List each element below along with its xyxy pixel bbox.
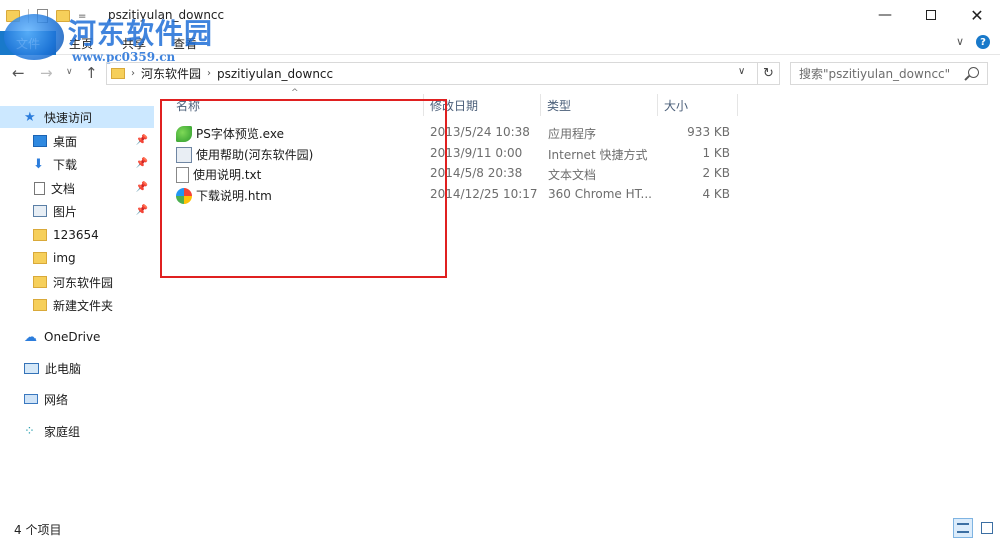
- tab-home[interactable]: 主页: [69, 35, 93, 52]
- breadcrumb-separator[interactable]: ›: [131, 68, 135, 79]
- ribbon-tabs: 文件 主页 共享 查看 ∨ ?: [0, 31, 1000, 55]
- nav-item-label: 网络: [44, 392, 69, 407]
- new-folder-icon[interactable]: [56, 10, 70, 22]
- file-size: 4 KB: [702, 187, 730, 201]
- file-type: Internet 快捷方式: [548, 148, 648, 162]
- nav-item-this-pc[interactable]: 此电脑: [0, 357, 154, 379]
- tab-share[interactable]: 共享: [122, 35, 146, 52]
- cloud-icon: ☁: [24, 329, 37, 345]
- nav-item-label: 家庭组: [44, 424, 81, 439]
- quick-access-toolbar: =: [6, 6, 86, 26]
- network-icon: [24, 394, 38, 404]
- details-view-button[interactable]: [953, 518, 973, 538]
- computer-icon: [24, 362, 39, 374]
- nav-item-label: 123654: [53, 228, 99, 242]
- window-title: pszitiyulan_downcc: [108, 8, 225, 22]
- status-item-count: 4 个项目: [14, 523, 62, 537]
- pin-icon[interactable]: 📌: [136, 135, 148, 146]
- nav-item-folder-new[interactable]: 新建文件夹: [0, 294, 154, 316]
- nav-item-label: 新建文件夹: [53, 298, 114, 313]
- address-field[interactable]: › 河东软件园 › pszitiyulan_downcc: [106, 62, 758, 85]
- large-icons-view-button[interactable]: [977, 518, 997, 538]
- desktop-icon: [33, 135, 47, 147]
- breadcrumb-item[interactable]: pszitiyulan_downcc: [217, 67, 333, 81]
- breadcrumb-item[interactable]: 河东软件园: [141, 65, 201, 82]
- folder-icon[interactable]: [6, 10, 20, 22]
- maximize-button[interactable]: [908, 0, 954, 30]
- pin-icon[interactable]: 📌: [136, 205, 148, 216]
- close-button[interactable]: ✕: [954, 0, 1000, 30]
- address-bar-row: ← → ∨ ↑ › 河东软件园 › pszitiyulan_downcc ∨ ↻…: [0, 62, 1000, 86]
- refresh-icon: ↻: [763, 66, 774, 81]
- nav-item-onedrive[interactable]: ☁ OneDrive: [0, 326, 154, 348]
- nav-item-downloads[interactable]: ⬇ 下载 📌: [0, 153, 154, 175]
- up-button[interactable]: ↑: [85, 64, 98, 82]
- highlight-box: [160, 99, 447, 278]
- pictures-icon: [33, 205, 47, 217]
- large-icons-view-icon: [981, 522, 993, 534]
- nav-item-documents[interactable]: 文档 📌: [0, 177, 154, 199]
- document-icon: [34, 181, 45, 195]
- nav-item-label: 文档: [51, 181, 76, 196]
- folder-icon: [33, 276, 47, 288]
- breadcrumb-separator[interactable]: ›: [207, 68, 211, 79]
- tab-view[interactable]: 查看: [173, 35, 197, 52]
- file-type: 应用程序: [548, 127, 597, 141]
- nav-item-folder-123654[interactable]: 123654: [0, 224, 154, 246]
- nav-item-folder-img[interactable]: img: [0, 247, 154, 269]
- homegroup-icon: ⁘: [24, 423, 35, 439]
- download-icon: ⬇: [33, 156, 44, 172]
- minimize-icon: —: [878, 7, 892, 23]
- folder-icon: [33, 229, 47, 241]
- title-bar: = pszitiyulan_downcc — ✕: [0, 0, 1000, 31]
- toolbar-divider: [28, 9, 29, 23]
- close-icon: ✕: [970, 5, 984, 25]
- help-icon[interactable]: ?: [976, 35, 990, 49]
- nav-item-label: 河东软件园: [53, 275, 114, 290]
- star-icon: ★: [24, 109, 36, 125]
- nav-item-label: OneDrive: [44, 330, 101, 344]
- qat-dropdown-icon[interactable]: =: [78, 11, 86, 22]
- minimize-button[interactable]: —: [862, 0, 908, 30]
- folder-icon: [33, 299, 47, 311]
- nav-item-label: img: [53, 251, 76, 265]
- ribbon-controls: ∨ ?: [956, 35, 990, 49]
- expand-ribbon-icon[interactable]: ∨: [956, 35, 964, 49]
- nav-item-label: 此电脑: [45, 361, 82, 376]
- search-placeholder: 搜索"pszitiyulan_downcc": [799, 67, 951, 81]
- address-dropdown-icon[interactable]: ∨: [738, 66, 745, 77]
- nav-item-label: 下载: [53, 157, 78, 172]
- file-size: 2 KB: [702, 166, 730, 180]
- nav-item-label: 图片: [53, 204, 78, 219]
- nav-item-folder-hedong[interactable]: 河东软件园: [0, 271, 154, 293]
- column-header-size[interactable]: 大小: [658, 94, 738, 116]
- column-header-type[interactable]: 类型: [541, 94, 658, 116]
- file-type: 360 Chrome HT...: [548, 187, 652, 201]
- back-button[interactable]: ←: [12, 64, 25, 82]
- search-input[interactable]: 搜索"pszitiyulan_downcc": [790, 62, 988, 85]
- pin-icon[interactable]: 📌: [136, 182, 148, 193]
- nav-item-label: 快速访问: [44, 110, 93, 125]
- tab-file[interactable]: 文件: [0, 31, 56, 55]
- forward-button[interactable]: →: [40, 64, 53, 82]
- maximize-icon: [926, 10, 936, 20]
- nav-item-pictures[interactable]: 图片 📌: [0, 200, 154, 222]
- pin-icon[interactable]: 📌: [136, 158, 148, 169]
- file-size: 1 KB: [702, 146, 730, 160]
- nav-item-label: 桌面: [53, 134, 78, 149]
- nav-item-desktop[interactable]: 桌面 📌: [0, 130, 154, 152]
- refresh-button[interactable]: ↻: [758, 62, 780, 85]
- nav-item-network[interactable]: 网络: [0, 388, 154, 410]
- folder-icon: [111, 68, 125, 79]
- details-view-icon: [957, 523, 969, 533]
- recent-locations-icon[interactable]: ∨: [66, 67, 73, 77]
- file-type: 文本文档: [548, 168, 597, 182]
- folder-icon: [33, 252, 47, 264]
- properties-icon[interactable]: [37, 9, 48, 23]
- search-icon: [968, 67, 979, 78]
- navigation-pane: ★ 快速访问 桌面 📌 ⬇ 下载 📌 文档 📌 图片 📌 123654 img …: [0, 96, 156, 516]
- nav-item-homegroup[interactable]: ⁘ 家庭组: [0, 420, 154, 442]
- nav-item-quick-access[interactable]: ★ 快速访问: [0, 106, 154, 128]
- file-size: 933 KB: [687, 125, 730, 139]
